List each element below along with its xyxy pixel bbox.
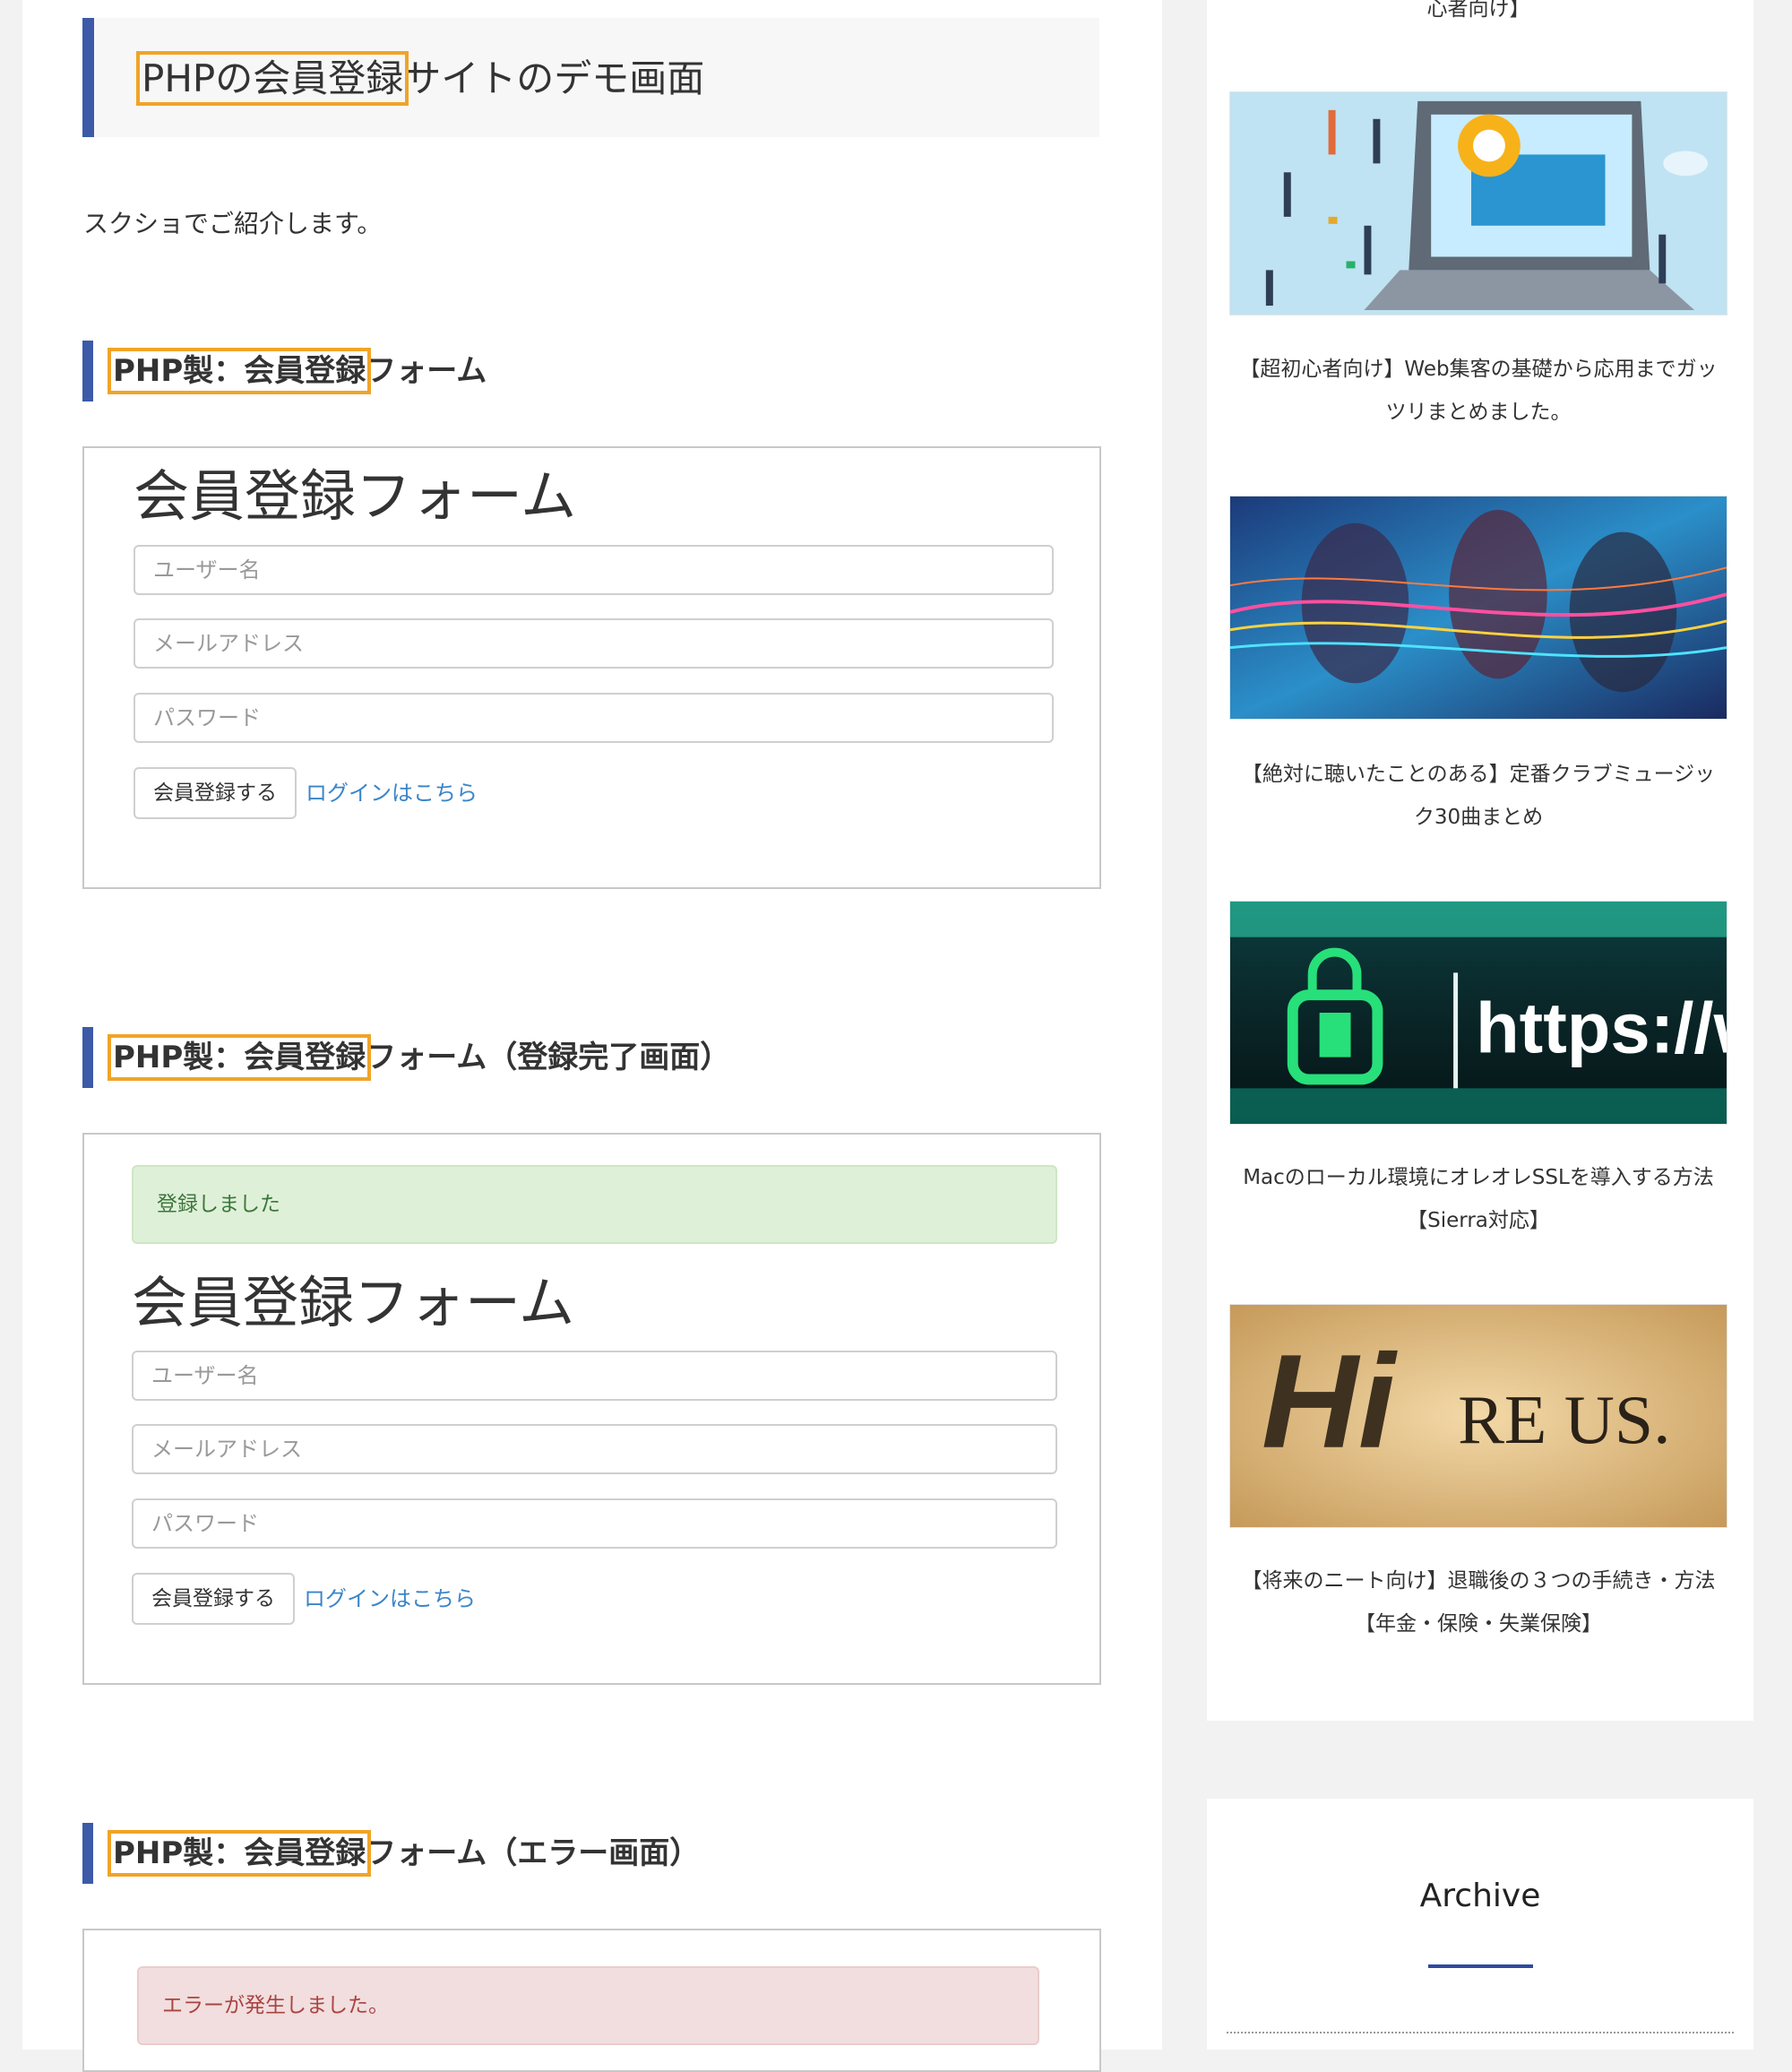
post-title-line: 【超初心者向け】Web集客の基礎から応用までガッ <box>1239 358 1718 381</box>
hire-us-photo-icon: Hi RE US. <box>1230 1305 1727 1527</box>
email-input: メールアドレス <box>134 618 1054 669</box>
section-heading-highlight: PHP製：会員登録 <box>107 1034 372 1081</box>
main-content: PHPの会員登録サイトのデモ画面 スクショでご紹介します。 PHP製：会員登録フ… <box>22 0 1162 2072</box>
post-title-hire[interactable]: 【将来のニート向け】退職後の３つの手続き・方法 【年金・保険・失業保険】 <box>1229 1559 1727 1645</box>
section-heading-rest: フォーム（エラー画面） <box>366 1835 701 1871</box>
article-heading: PHPの会員登録サイトのデモ画面 <box>82 18 1099 137</box>
form-title: 会員登録フォーム <box>134 463 577 529</box>
section-heading-highlight: PHP製：会員登録 <box>107 348 372 394</box>
archive-title: Archive <box>1419 1878 1541 1914</box>
post-title-line: 【絶対に聴いたことのある】定番クラブミュージッ <box>1241 763 1716 786</box>
article-heading-text: PHPの会員登録サイトのデモ画面 <box>135 51 705 106</box>
register-button: 会員登録する <box>134 767 297 819</box>
section-heading-rest: フォーム <box>366 353 487 389</box>
error-alert: エラーが発生しました。 <box>137 1966 1039 2045</box>
post-thumbnail-club[interactable] <box>1229 496 1727 720</box>
login-link: ログインはこちら <box>304 1586 476 1611</box>
post-thumbnail-ssl[interactable]: https://w <box>1229 901 1727 1125</box>
https-lock-photo-icon: https://w <box>1230 902 1727 1124</box>
username-input: ユーザー名 <box>132 1351 1057 1401</box>
section-heading-rest: フォーム（登録完了画面） <box>366 1040 731 1075</box>
https-thumb-text: https://w <box>1476 989 1727 1068</box>
post-title-ssl[interactable]: Macのローカル環境にオレオレSSLを導入する方法 【Sierra対応】 <box>1229 1156 1727 1242</box>
password-input: パスワード <box>132 1498 1057 1549</box>
section-heading-error: PHP製：会員登録フォーム（エラー画面） <box>82 1823 700 1884</box>
article-heading-rest: サイトのデモ画面 <box>403 56 705 100</box>
marketing-laptop-illustration-icon <box>1230 92 1727 315</box>
archive-title-underline <box>1428 1964 1533 1968</box>
screenshot-register-form: 会員登録フォーム ユーザー名 メールアドレス パスワード 会員登録する ログイン… <box>82 446 1101 889</box>
article-heading-highlight: PHPの会員登録 <box>135 51 409 106</box>
hire-thumb-hand-text: RE US. <box>1458 1381 1670 1458</box>
section-heading-highlight: PHP製：会員登録 <box>107 1830 372 1877</box>
username-input: ユーザー名 <box>134 545 1054 595</box>
register-button: 会員登録する <box>132 1573 295 1625</box>
post-title-line: ツリまとめました。 <box>1385 401 1572 424</box>
archive-divider <box>1227 2032 1734 2033</box>
password-input: パスワード <box>134 693 1054 743</box>
sidebar-related-posts: 心者向け】 【超初心者向け】Web集客の基礎から応用までガッ ツリまとめました。 <box>1207 0 1753 1721</box>
post-title-cut[interactable]: 心者向け】 <box>1229 0 1727 30</box>
email-input: メールアドレス <box>132 1424 1057 1474</box>
screenshot-register-success: 登録しました 会員登録フォーム ユーザー名 メールアドレス パスワード 会員登録… <box>82 1133 1101 1685</box>
post-title-line: ク30曲まとめ <box>1413 806 1544 829</box>
sidebar-archive: Archive <box>1207 1799 1753 2050</box>
form-title: 会員登録フォーム <box>132 1270 575 1335</box>
login-link: ログインはこちら <box>306 781 478 806</box>
section-heading-success: PHP製：会員登録フォーム（登録完了画面） <box>82 1027 730 1088</box>
intro-text: スクショでご紹介します。 <box>83 209 383 238</box>
club-dance-photo-icon <box>1230 496 1727 719</box>
screenshot-register-error: エラーが発生しました。 <box>82 1929 1101 2072</box>
success-alert: 登録しました <box>132 1165 1057 1244</box>
post-thumbnail-marketing[interactable] <box>1229 91 1727 315</box>
post-title-line: 【Sierra対応】 <box>1407 1209 1550 1232</box>
hire-thumb-bold-text: Hi <box>1262 1326 1398 1476</box>
post-title-line: 【将来のニート向け】退職後の３つの手続き・方法 <box>1241 1569 1716 1593</box>
post-title-club[interactable]: 【絶対に聴いたことのある】定番クラブミュージッ ク30曲まとめ <box>1229 753 1727 839</box>
section-heading-form: PHP製：会員登録フォーム <box>82 341 487 401</box>
post-title-line: 【年金・保険・失業保険】 <box>1355 1612 1602 1636</box>
post-thumbnail-hire[interactable]: Hi RE US. <box>1229 1304 1727 1528</box>
post-title-marketing[interactable]: 【超初心者向け】Web集客の基礎から応用までガッ ツリまとめました。 <box>1229 348 1727 434</box>
post-title-line: Macのローカル環境にオレオレSSLを導入する方法 <box>1243 1166 1714 1189</box>
